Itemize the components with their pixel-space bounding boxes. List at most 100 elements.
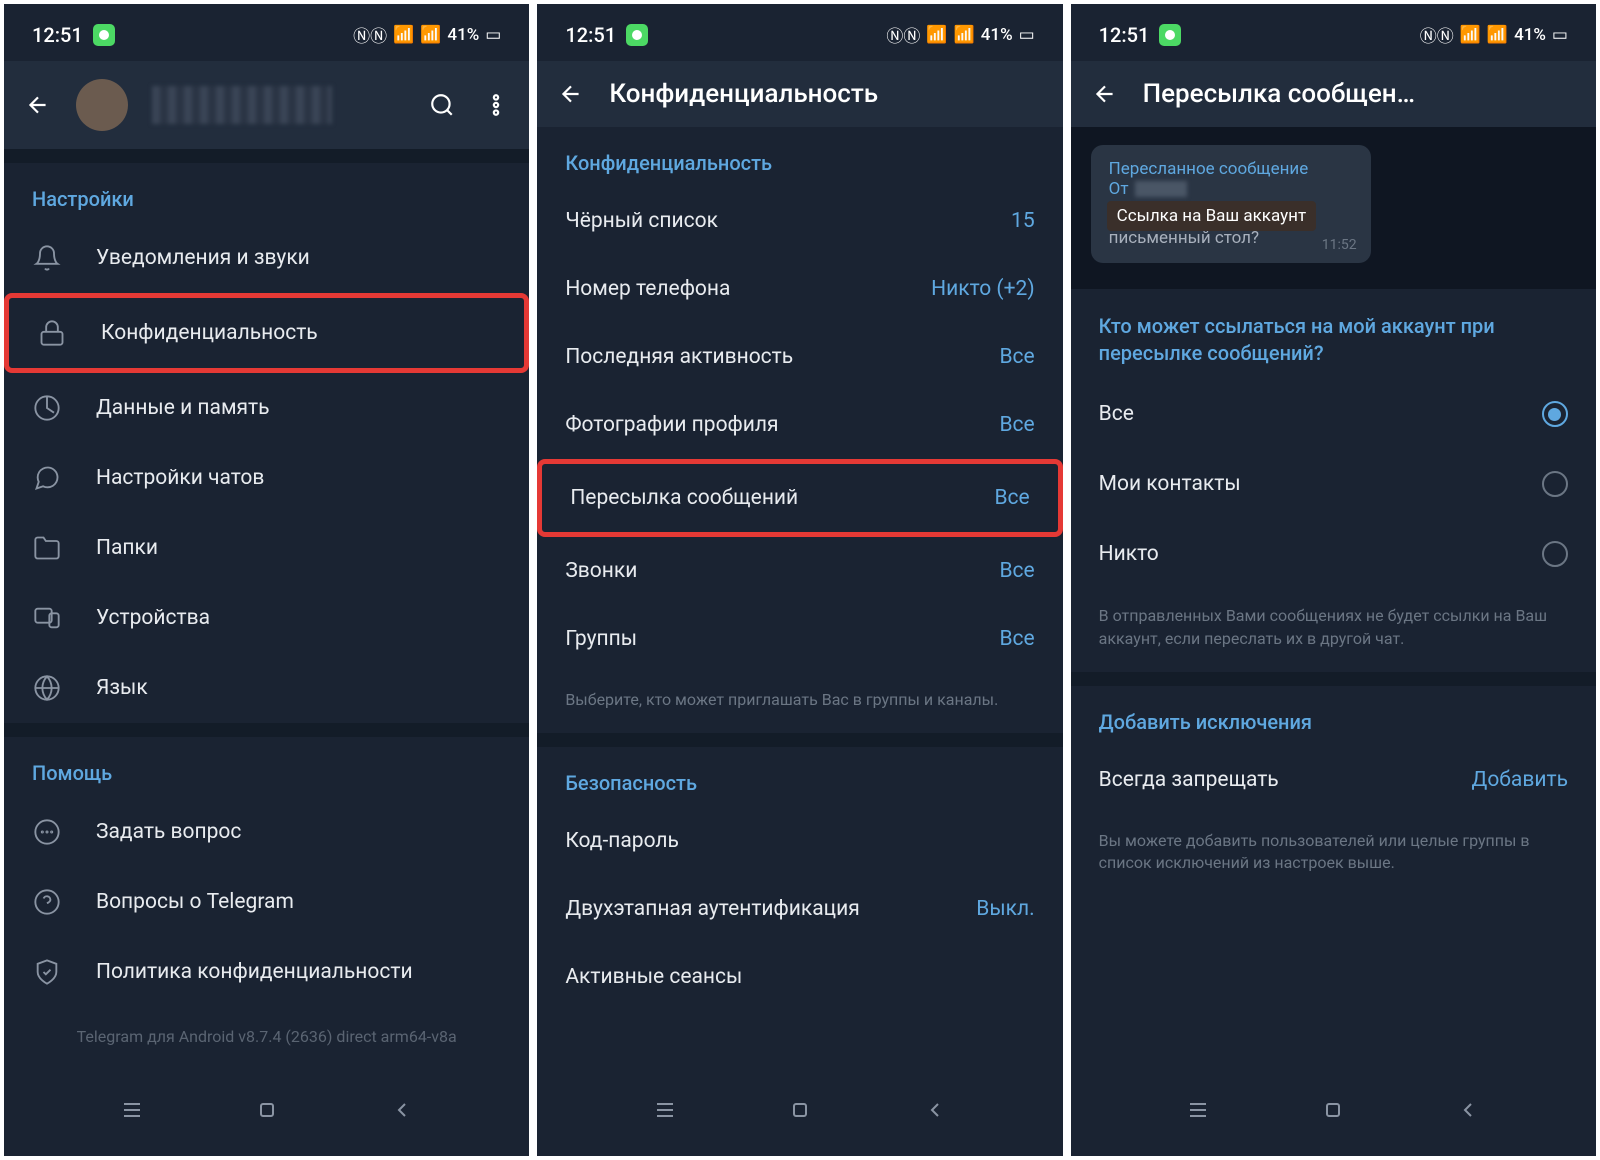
privacy-value: Все xyxy=(999,345,1034,369)
menu-icon[interactable] xyxy=(483,92,509,118)
settings-label: Язык xyxy=(96,676,148,700)
lock-icon xyxy=(37,318,67,348)
nav-recents[interactable] xyxy=(649,1094,681,1126)
settings-language[interactable]: Язык xyxy=(4,653,529,723)
privacy-label: Последняя активность xyxy=(565,345,793,369)
shield-icon xyxy=(32,957,62,987)
settings-data[interactable]: Данные и память xyxy=(4,373,529,443)
wifi-icon: 📶 xyxy=(926,25,947,45)
nav-home[interactable] xyxy=(784,1094,816,1126)
privacy-value: Все xyxy=(994,486,1029,510)
radio-contacts[interactable]: Мои контакты xyxy=(1071,449,1596,519)
section-settings: Настройки xyxy=(4,163,529,223)
app-header: Конфиденциальность xyxy=(537,61,1062,127)
footer-exceptions: Вы можете добавить пользователей или цел… xyxy=(1071,814,1596,897)
status-time: 12:51 xyxy=(565,23,616,47)
nav-home[interactable] xyxy=(251,1094,283,1126)
nav-back[interactable] xyxy=(386,1094,418,1126)
section-help: Помощь xyxy=(4,737,529,797)
privacy-calls[interactable]: Звонки Все xyxy=(537,537,1062,605)
exception-label: Всегда запрещать xyxy=(1099,768,1279,792)
preview-from: От xyxy=(1109,179,1353,199)
status-icons: ⓃⓃ 📶 📶 41% ▭ xyxy=(353,22,501,47)
settings-label: Данные и память xyxy=(96,396,270,420)
security-twostep[interactable]: Двухэтапная аутентификация Выкл. xyxy=(537,875,1062,943)
radio-label: Мои контакты xyxy=(1099,472,1241,496)
security-sessions[interactable]: Активные сеансы xyxy=(537,943,1062,1011)
section-exceptions: Добавить исключения xyxy=(1071,686,1596,746)
signal-icon: 📶 xyxy=(420,25,441,45)
back-button[interactable] xyxy=(1091,80,1119,108)
phone-settings: 12:51 ⓃⓃ 📶 📶 41% ▭ Настройки xyxy=(4,4,529,1156)
settings-notifications[interactable]: Уведомления и звуки xyxy=(4,223,529,293)
nav-recents[interactable] xyxy=(116,1094,148,1126)
folder-icon xyxy=(32,533,62,563)
settings-label: Вопросы о Telegram xyxy=(96,890,294,914)
divider xyxy=(1071,672,1596,686)
preview-overlay: Ссылка на Ваш аккаунт xyxy=(1107,201,1317,231)
battery-percent: 41% xyxy=(447,25,479,45)
exception-always-deny[interactable]: Всегда запрещать Добавить xyxy=(1071,746,1596,814)
nav-home[interactable] xyxy=(1317,1094,1349,1126)
privacy-blacklist[interactable]: Чёрный список 15 xyxy=(537,187,1062,255)
security-passcode[interactable]: Код-пароль xyxy=(537,807,1062,875)
radio-everybody[interactable]: Все xyxy=(1071,379,1596,449)
settings-privacy[interactable]: Конфиденциальность xyxy=(4,293,529,373)
preview-forwarded: Пересланное сообщение xyxy=(1109,159,1353,179)
app-header: Пересылка сообщен… xyxy=(1071,61,1596,127)
settings-label: Политика конфиденциальности xyxy=(96,960,413,984)
battery-icon: ▭ xyxy=(1552,25,1568,45)
status-bar: 12:51 ⓃⓃ 📶 📶 41% ▭ xyxy=(1071,4,1596,61)
nfc-icon: ⓃⓃ xyxy=(1420,22,1454,47)
nav-recents[interactable] xyxy=(1182,1094,1214,1126)
nfc-icon: ⓃⓃ xyxy=(886,22,920,47)
app-indicator-icon xyxy=(1159,24,1181,46)
privacy-phone[interactable]: Номер телефона Никто (+2) xyxy=(537,255,1062,323)
privacy-value: Все xyxy=(999,413,1034,437)
privacy-label: Двухэтапная аутентификация xyxy=(565,897,859,921)
message-icon xyxy=(32,817,62,847)
app-indicator-icon xyxy=(626,24,648,46)
nav-back[interactable] xyxy=(919,1094,951,1126)
privacy-lastseen[interactable]: Последняя активность Все xyxy=(537,323,1062,391)
privacy-label: Номер телефона xyxy=(565,277,730,301)
settings-ask[interactable]: Задать вопрос xyxy=(4,797,529,867)
signal-icon: 📶 xyxy=(1487,25,1508,45)
battery-percent: 41% xyxy=(1514,25,1546,45)
avatar[interactable] xyxy=(76,79,128,131)
preview-time: 11:52 xyxy=(1322,237,1357,253)
settings-policy[interactable]: Политика конфиденциальности xyxy=(4,937,529,1007)
privacy-label: Пересылка сообщений xyxy=(570,486,798,510)
status-time: 12:51 xyxy=(1099,23,1150,47)
settings-folders[interactable]: Папки xyxy=(4,513,529,583)
nav-bar xyxy=(1071,1072,1596,1156)
divider xyxy=(4,723,529,737)
search-icon[interactable] xyxy=(429,92,455,118)
app-indicator-icon xyxy=(93,24,115,46)
settings-chat[interactable]: Настройки чатов xyxy=(4,443,529,513)
divider xyxy=(537,733,1062,747)
privacy-label: Активные сеансы xyxy=(565,965,742,989)
radio-selected-icon xyxy=(1542,401,1568,427)
radio-label: Все xyxy=(1099,402,1134,426)
status-time: 12:51 xyxy=(32,23,83,47)
settings-label: Задать вопрос xyxy=(96,820,241,844)
settings-devices[interactable]: Устройства xyxy=(4,583,529,653)
privacy-label: Фотографии профиля xyxy=(565,413,778,437)
settings-label: Конфиденциальность xyxy=(101,321,318,345)
settings-faq[interactable]: Вопросы о Telegram xyxy=(4,867,529,937)
back-button[interactable] xyxy=(24,91,52,119)
radio-nobody[interactable]: Никто xyxy=(1071,519,1596,589)
privacy-photos[interactable]: Фотографии профиля Все xyxy=(537,391,1062,459)
privacy-value: Все xyxy=(999,627,1034,651)
back-button[interactable] xyxy=(557,80,585,108)
privacy-groups[interactable]: Группы Все xyxy=(537,605,1062,673)
nav-back[interactable] xyxy=(1452,1094,1484,1126)
privacy-forward[interactable]: Пересылка сообщений Все xyxy=(537,459,1062,537)
settings-label: Папки xyxy=(96,536,158,560)
section-security: Безопасность xyxy=(537,747,1062,807)
version-text: Telegram для Android v8.7.4 (2636) direc… xyxy=(4,1007,529,1066)
status-bar: 12:51 ⓃⓃ 📶 📶 41% ▭ xyxy=(4,4,529,61)
privacy-value: Выкл. xyxy=(976,897,1034,921)
privacy-label: Группы xyxy=(565,627,637,651)
